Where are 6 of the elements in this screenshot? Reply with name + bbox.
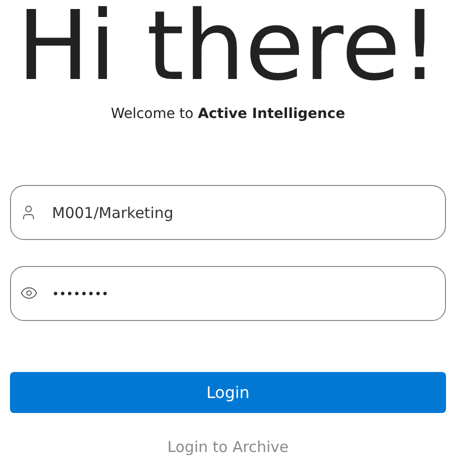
- password-field[interactable]: ••••••••: [10, 266, 446, 321]
- welcome-text: Welcome to Active Intelligence: [110, 105, 346, 124]
- page-heading: Hi there!: [17, 0, 439, 96]
- user-icon: [20, 204, 37, 221]
- login-button[interactable]: Login: [10, 372, 446, 413]
- username-field[interactable]: M001/Marketing: [10, 185, 446, 240]
